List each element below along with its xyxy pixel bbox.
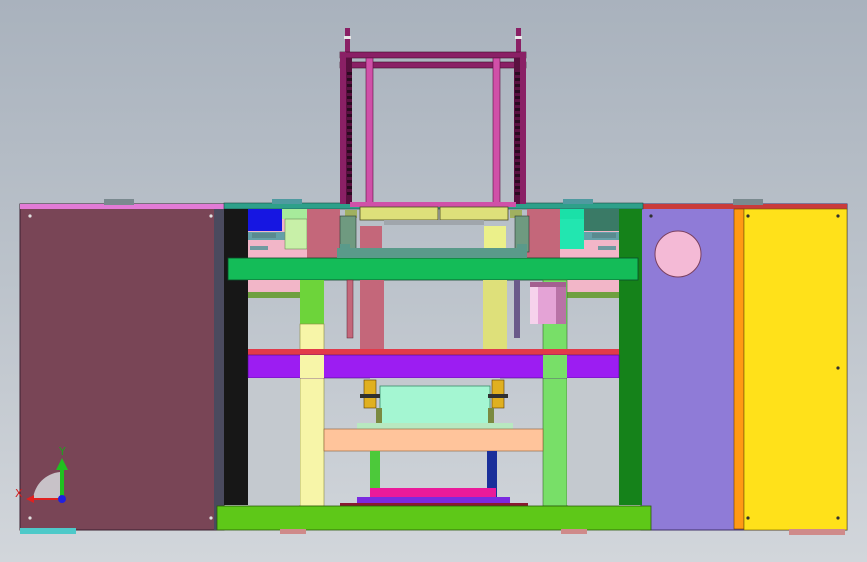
rack-tooth [347,138,352,141]
rack-tooth [515,126,520,129]
right-cabinet[interactable] [640,199,848,535]
rack-tooth [515,180,520,183]
green-crossbar [227,257,639,281]
rack-tooth [347,108,352,111]
rack-tooth [347,78,352,81]
rack-tooth [347,156,352,159]
rack-tooth [515,84,520,87]
rack-tooth [347,120,352,123]
rack-tooth [515,102,520,105]
rack-tooth [347,90,352,93]
right-rack-teeth [515,72,520,195]
right-dark-green-post [619,209,642,505]
x-axis-label: X [15,487,23,500]
rack-tooth [347,186,352,189]
rack-tooth [347,180,352,183]
rack-tooth [347,114,352,117]
rack-tooth [515,138,520,141]
rack-tooth [515,132,520,135]
rack-tooth [515,162,520,165]
top-gantry[interactable] [337,28,530,258]
rack-tooth [347,168,352,171]
rack-tooth [347,126,352,129]
rack-tooth [515,186,520,189]
rack-tooth [515,114,520,117]
rack-tooth [515,90,520,93]
rack-tooth [515,150,520,153]
rack-tooth [347,150,352,153]
rack-tooth [515,96,520,99]
rack-tooth [347,162,352,165]
rack-tooth [347,144,352,147]
rack-tooth [347,192,352,195]
rack-tooth [347,84,352,87]
rack-tooth [347,96,352,99]
pink-disc [654,230,702,278]
rack-tooth [515,144,520,147]
rack-tooth [515,120,520,123]
rack-tooth [347,102,352,105]
rack-tooth [515,78,520,81]
rack-tooth [515,174,520,177]
rack-tooth [347,174,352,177]
green-base [216,505,652,531]
rack-tooth [347,72,352,75]
rack-tooth [515,156,520,159]
y-axis-label: Y [58,445,66,458]
mint-block [379,385,491,425]
cad-viewport[interactable]: Y X [0,0,867,562]
left-dark-post [224,209,248,505]
peach-plate [323,428,544,452]
z-axis-dot [58,495,66,503]
cylinder [530,282,566,324]
mint-green-block [560,219,584,249]
left-rack-teeth [347,72,352,195]
rack-tooth [515,108,520,111]
rack-tooth [347,132,352,135]
rack-tooth [515,72,520,75]
blue-block [248,209,282,231]
rack-tooth [515,192,520,195]
rack-tooth [515,168,520,171]
